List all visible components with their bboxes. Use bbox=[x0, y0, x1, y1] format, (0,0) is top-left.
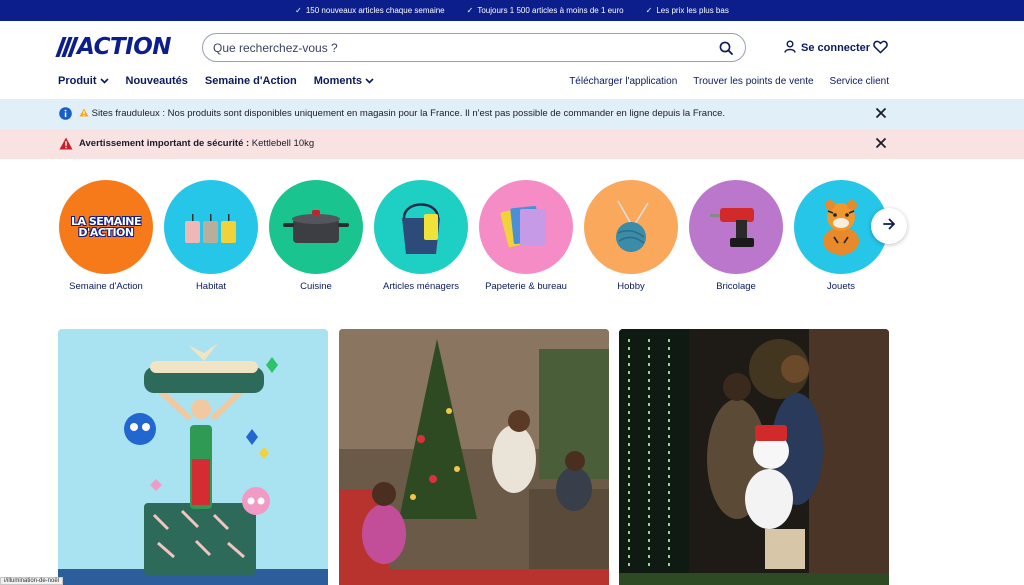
promo-item: ✓ Toujours 1 500 articles à moins de 1 e… bbox=[467, 6, 624, 15]
arrow-right-icon bbox=[882, 217, 896, 235]
category-label: Habitat bbox=[195, 281, 227, 292]
category-circle bbox=[689, 180, 783, 274]
semaine-action-badge: LA SEMAINE D'ACTION bbox=[71, 216, 142, 239]
close-icon[interactable] bbox=[875, 137, 888, 150]
category-label: Bricolage bbox=[716, 281, 756, 292]
promo-banner-christmas-lights[interactable] bbox=[619, 329, 889, 585]
chevron-down-icon bbox=[365, 75, 374, 87]
checkmark-icon: ✓ bbox=[295, 6, 302, 15]
search-icon[interactable] bbox=[717, 39, 735, 57]
heart-icon[interactable] bbox=[873, 40, 889, 56]
nav-link-app[interactable]: Télécharger l'application bbox=[569, 76, 677, 87]
status-bar-url: i/illumination-de-noël bbox=[0, 577, 64, 585]
login-button[interactable]: Se connecter bbox=[784, 40, 870, 56]
gift-box-illustration bbox=[58, 329, 328, 585]
category-semaine-action[interactable]: LA SEMAINE D'ACTION Semaine d'Action bbox=[58, 180, 154, 292]
category-circle bbox=[374, 180, 468, 274]
promo-text: Toujours 1 500 articles à moins de 1 eur… bbox=[477, 6, 624, 15]
fraud-alert-message: Sites frauduleux : Nos produits sont dis… bbox=[91, 108, 726, 119]
action-logo[interactable]: ACTION bbox=[55, 34, 172, 60]
promo-item: ✓ Les prix les plus bas bbox=[646, 6, 729, 15]
category-label: Jouets bbox=[827, 281, 855, 292]
checkmark-icon: ✓ bbox=[645, 6, 653, 15]
warning-triangle-icon bbox=[79, 108, 92, 119]
fraud-alert-text: Sites frauduleux : Nos produits sont dis… bbox=[79, 108, 725, 119]
promo-banner-gift-box[interactable] bbox=[58, 329, 328, 585]
site-header: ACTION Se connecter bbox=[0, 21, 1024, 73]
nav-label: Nouveautés bbox=[125, 75, 188, 87]
category-circle bbox=[479, 180, 573, 274]
safety-alert-message: Kettlebell 10kg bbox=[249, 138, 315, 149]
nav-link-customer-service[interactable]: Service client bbox=[830, 76, 889, 87]
promo-bar: ✓ 150 nouveaux articles chaque semaine ✓… bbox=[0, 0, 1024, 21]
nav-item-nouveautes[interactable]: Nouveautés bbox=[126, 75, 188, 87]
badge-line: D'ACTION bbox=[78, 226, 134, 239]
logo-text: ACTION bbox=[77, 34, 172, 60]
nav-item-semaine-action[interactable]: Semaine d'Action bbox=[205, 75, 297, 87]
safety-alert-text[interactable]: Avertissement important de sécurité : Ke… bbox=[79, 138, 314, 149]
info-icon bbox=[59, 107, 72, 123]
main-navigation: Produit Nouveautés Semaine d'Action Mome… bbox=[0, 73, 1024, 97]
category-circle bbox=[269, 180, 363, 274]
category-label: Semaine d'Action bbox=[69, 281, 143, 292]
promo-banner-christmas-tree[interactable] bbox=[339, 329, 609, 585]
nav-label: Semaine d'Action bbox=[204, 75, 297, 87]
category-articles-menagers[interactable]: Articles ménagers bbox=[373, 180, 469, 292]
nav-link-stores[interactable]: Trouver les points de vente bbox=[693, 76, 813, 87]
category-hobby[interactable]: Hobby bbox=[583, 180, 679, 292]
christmas-lights-photo bbox=[619, 329, 889, 585]
nav-label: Moments bbox=[313, 75, 362, 87]
search-bar[interactable] bbox=[202, 33, 746, 62]
category-label: Hobby bbox=[617, 281, 645, 292]
chevron-down-icon bbox=[99, 75, 109, 87]
category-circle bbox=[584, 180, 678, 274]
promo-item: ✓ 150 nouveaux articles chaque semaine bbox=[295, 6, 444, 15]
nav-item-produit[interactable]: Produit bbox=[58, 75, 109, 87]
promo-text: 150 nouveaux articles chaque semaine bbox=[305, 6, 445, 15]
notebooks-icon bbox=[500, 205, 546, 248]
carousel-next-button[interactable] bbox=[871, 208, 907, 244]
warning-icon bbox=[59, 137, 73, 153]
category-habitat[interactable]: Habitat bbox=[163, 180, 259, 292]
category-carousel: LA SEMAINE D'ACTION Semaine d'Action Hab… bbox=[0, 180, 1024, 300]
yarn-ball-icon bbox=[616, 200, 649, 252]
safety-alert-banner: Avertissement important de sécurité : Ke… bbox=[0, 129, 1024, 159]
candles-icon bbox=[185, 214, 236, 243]
cooking-pot-icon bbox=[283, 210, 349, 243]
login-label: Se connecter bbox=[801, 42, 871, 54]
tiger-plush-icon bbox=[823, 200, 859, 255]
safety-alert-title: Avertissement important de sécurité : bbox=[79, 138, 250, 149]
category-label: Papeterie & bureau bbox=[485, 281, 567, 292]
christmas-tree-photo bbox=[339, 329, 609, 585]
drill-icon bbox=[710, 208, 754, 247]
category-circle: LA SEMAINE D'ACTION bbox=[59, 180, 153, 274]
category-papeterie-bureau[interactable]: Papeterie & bureau bbox=[478, 180, 574, 292]
logo-slashes-icon bbox=[55, 37, 79, 57]
category-bricolage[interactable]: Bricolage bbox=[688, 180, 784, 292]
nav-item-moments[interactable]: Moments bbox=[314, 75, 374, 87]
nav-label: Produit bbox=[58, 75, 97, 87]
checkmark-icon: ✓ bbox=[466, 6, 474, 15]
promo-text: Les prix les plus bas bbox=[656, 6, 729, 15]
category-cuisine[interactable]: Cuisine bbox=[268, 180, 364, 292]
close-icon[interactable] bbox=[875, 107, 888, 120]
category-label: Articles ménagers bbox=[382, 281, 460, 292]
category-label: Cuisine bbox=[300, 281, 332, 292]
category-circle bbox=[164, 180, 258, 274]
search-input[interactable] bbox=[213, 40, 717, 55]
bucket-icon bbox=[402, 203, 440, 254]
user-icon bbox=[784, 40, 796, 56]
fraud-alert-banner: Sites frauduleux : Nos produits sont dis… bbox=[0, 99, 1024, 129]
